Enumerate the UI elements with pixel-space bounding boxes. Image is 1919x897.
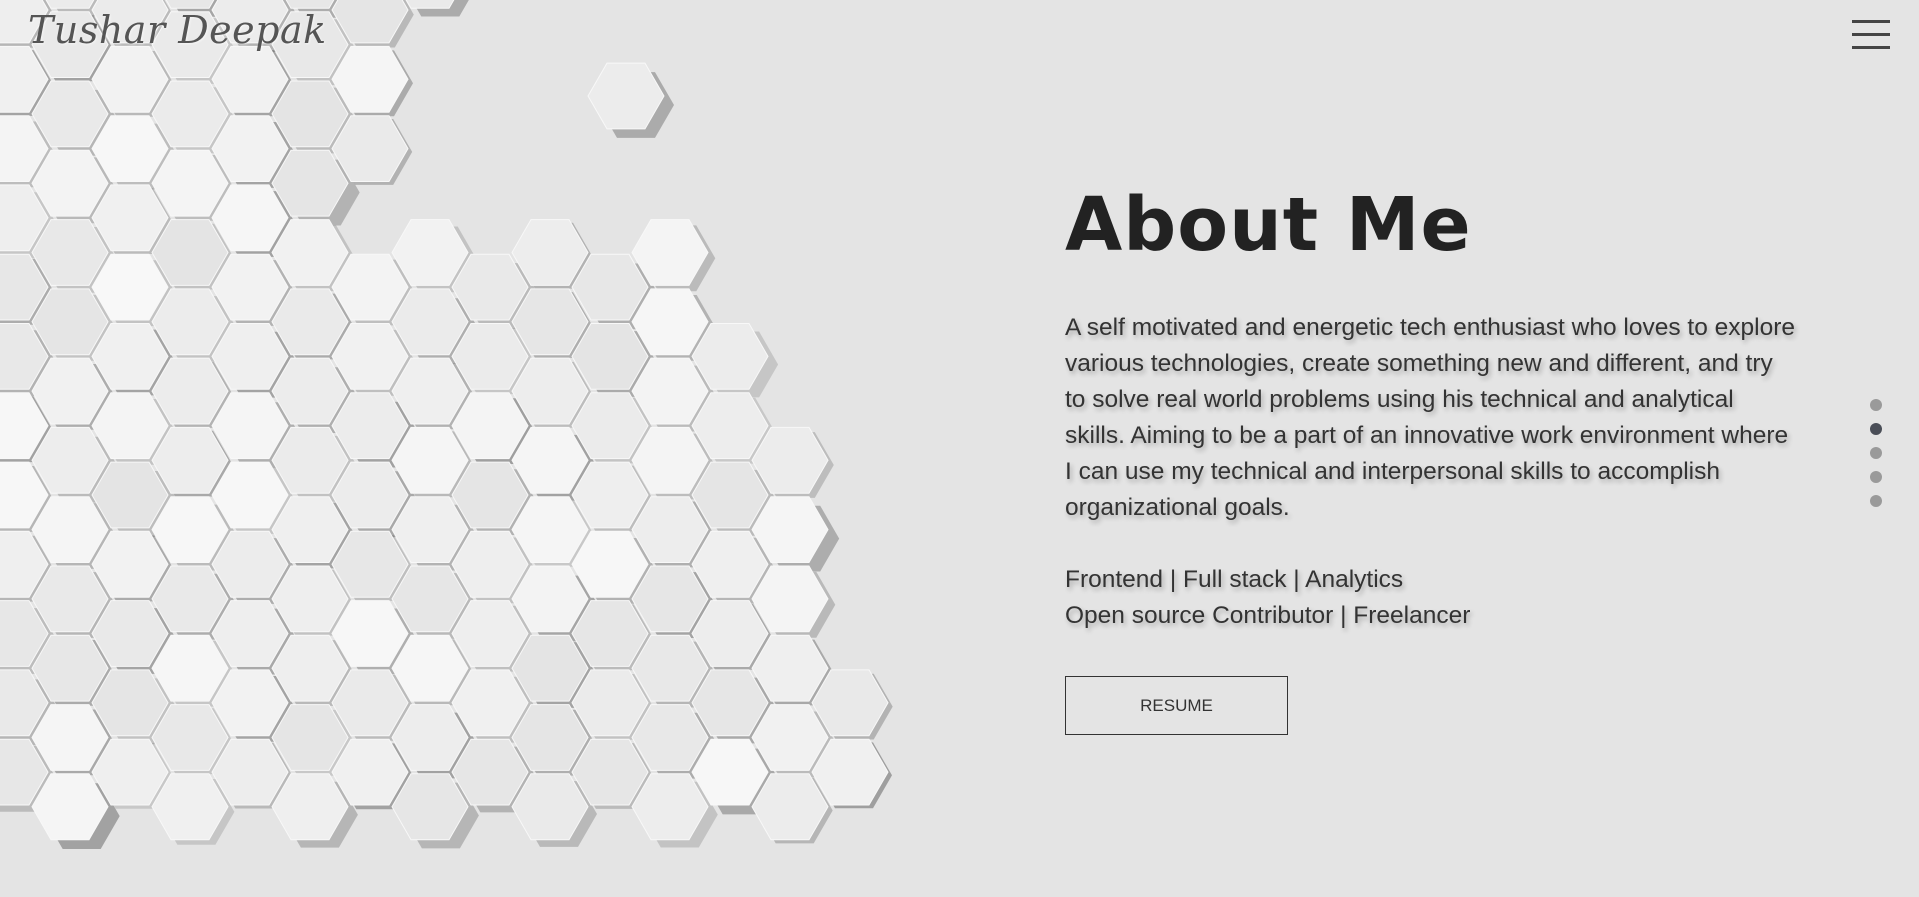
menu-bar — [1852, 46, 1890, 49]
page: Tushar Deepak About Me A self motivated … — [0, 0, 1919, 897]
section-dot-2[interactable] — [1870, 423, 1882, 435]
section-nav-dots — [1870, 399, 1884, 519]
hamburger-menu-icon[interactable] — [1852, 20, 1890, 52]
section-dot-5[interactable] — [1870, 495, 1882, 507]
about-section: About Me A self motivated and energetic … — [1065, 180, 1800, 735]
resume-button[interactable]: RESUME — [1065, 676, 1288, 735]
menu-bar — [1852, 33, 1890, 36]
section-dot-1[interactable] — [1870, 399, 1882, 411]
section-dot-3[interactable] — [1870, 447, 1882, 459]
role-line: Frontend | Full stack | Analytics — [1065, 566, 1404, 593]
menu-bar — [1852, 20, 1890, 23]
roles-list: Frontend | Full stack | Analytics Open s… — [1065, 562, 1800, 634]
section-dot-4[interactable] — [1870, 471, 1882, 483]
role-line: Open source Contributor | Freelancer — [1065, 602, 1471, 629]
bio-paragraph: A self motivated and energetic tech enth… — [1065, 314, 1795, 521]
site-logo[interactable]: Tushar Deepak — [28, 8, 327, 52]
page-title: About Me — [1065, 182, 1472, 268]
